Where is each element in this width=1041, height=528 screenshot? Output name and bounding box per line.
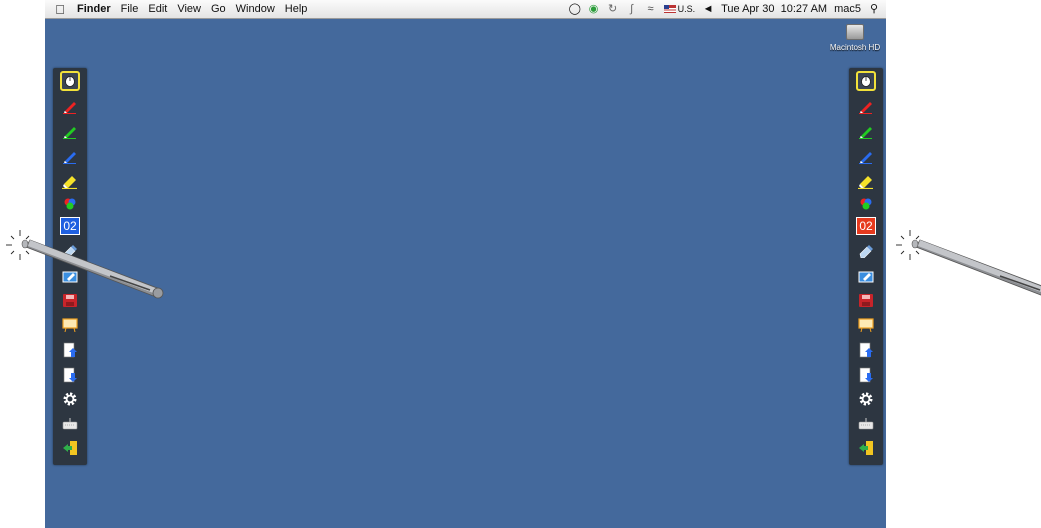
settings-icon[interactable] [60, 389, 80, 409]
page-number-right: 02 [856, 217, 876, 235]
apple-icon[interactable]:  [53, 2, 67, 17]
toolbar-right: 02 [849, 68, 883, 465]
eraser-icon[interactable] [856, 241, 876, 261]
menu-help[interactable]: Help [285, 3, 308, 15]
green-pen-icon[interactable] [60, 121, 80, 141]
input-source-label: U.S. [677, 4, 696, 14]
volume-icon[interactable]: ◄ [702, 3, 714, 15]
wifi-icon[interactable]: ≈ [645, 3, 657, 15]
stylus-pen-icon [890, 218, 1041, 313]
time-machine-icon[interactable]: ↻ [607, 3, 619, 15]
user-name[interactable]: mac5 [834, 3, 861, 15]
screen-capture-icon[interactable] [856, 266, 876, 286]
blue-pen-icon[interactable] [856, 146, 876, 166]
bluetooth-icon[interactable]: ∫ [626, 3, 638, 15]
yellow-highlighter-icon[interactable] [856, 171, 876, 191]
color-palette-icon[interactable] [60, 194, 80, 214]
input-source[interactable]: U.S. [663, 4, 696, 14]
exit-icon[interactable] [60, 438, 80, 458]
whiteboard-icon[interactable] [856, 315, 876, 335]
menu-edit[interactable]: Edit [148, 3, 167, 15]
whiteboard-mouse-icon[interactable]: ◯ [569, 3, 581, 15]
whiteboard-icon[interactable] [60, 315, 80, 335]
yellow-highlighter-icon[interactable] [60, 171, 80, 191]
menu-file[interactable]: File [121, 3, 139, 15]
menu-bar:  Finder File Edit View Go Window Help ◯… [45, 0, 886, 19]
exit-icon[interactable] [856, 438, 876, 458]
page-up-icon[interactable] [856, 340, 876, 360]
menu-go[interactable]: Go [211, 3, 226, 15]
settings-icon[interactable] [856, 389, 876, 409]
keyboard-icon[interactable] [60, 414, 80, 434]
red-pen-icon[interactable] [60, 96, 80, 116]
save-icon[interactable] [856, 290, 876, 310]
stylus-pen-icon [0, 218, 170, 313]
mouse-pointer-icon[interactable] [60, 71, 80, 91]
color-palette-icon[interactable] [856, 194, 876, 214]
blue-pen-icon[interactable] [60, 146, 80, 166]
green-sync-icon[interactable]: ◉ [588, 3, 600, 15]
menu-view[interactable]: View [177, 3, 201, 15]
clock[interactable]: Tue Apr 30 10:27 AM [721, 3, 827, 15]
page-down-icon[interactable] [60, 365, 80, 385]
app-menu-finder[interactable]: Finder [77, 3, 111, 15]
page-counter[interactable]: 02 [856, 216, 876, 236]
mouse-pointer-icon[interactable] [856, 71, 876, 91]
page-up-icon[interactable] [60, 340, 80, 360]
menu-window[interactable]: Window [236, 3, 275, 15]
green-pen-icon[interactable] [856, 121, 876, 141]
us-flag-icon [663, 5, 676, 13]
hard-drive-icon [846, 24, 864, 40]
red-pen-icon[interactable] [856, 96, 876, 116]
macintosh-hd[interactable]: Macintosh HD [826, 24, 884, 52]
magnifier-icon[interactable]: ⚲ [868, 3, 880, 15]
page-down-icon[interactable] [856, 365, 876, 385]
keyboard-icon[interactable] [856, 414, 876, 434]
hd-label: Macintosh HD [829, 43, 881, 52]
desktop[interactable]:  Finder File Edit View Go Window Help ◯… [45, 0, 886, 528]
